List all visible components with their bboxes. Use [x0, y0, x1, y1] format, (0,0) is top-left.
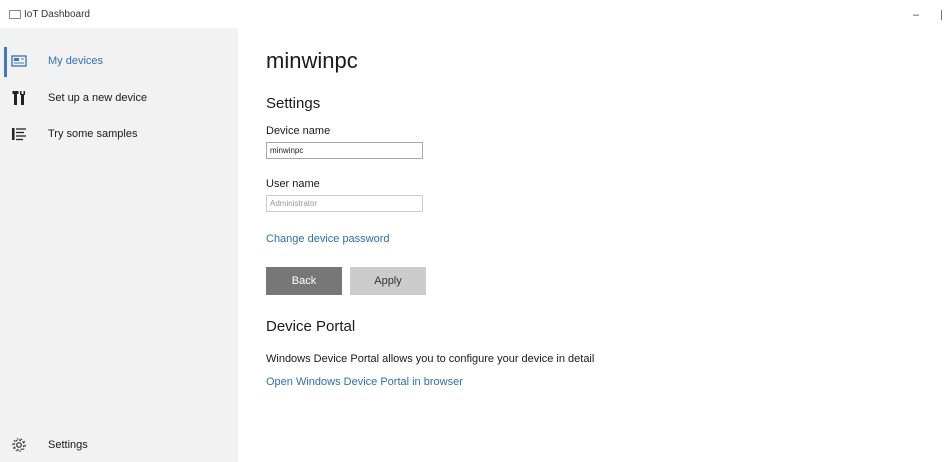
user-name-field[interactable] [266, 195, 423, 212]
list-icon [12, 128, 26, 141]
close-button[interactable] [941, 10, 947, 20]
sidebar-item-label: My devices [48, 55, 104, 67]
sidebar-item-label: Settings [48, 439, 88, 451]
selected-indicator [4, 47, 7, 77]
tools-icon [12, 91, 25, 105]
device-name-field[interactable] [266, 142, 423, 159]
device-portal-heading: Device Portal [266, 318, 356, 335]
sidebar-item-label: Set up a new device [48, 92, 148, 104]
sidebar-item-settings[interactable]: Settings [0, 430, 238, 462]
apply-button[interactable]: Apply [350, 267, 426, 295]
app-window-icon [9, 10, 21, 19]
back-button[interactable]: Back [266, 267, 342, 295]
change-password-link[interactable]: Change device password [266, 233, 390, 245]
sidebar-item-my-devices[interactable]: My devices [0, 46, 238, 78]
sidebar-item-label: Try some samples [48, 128, 138, 140]
window-title: IoT Dashboard [24, 9, 90, 20]
title-bar: IoT Dashboard – [0, 0, 949, 28]
device-portal-description: Windows Device Portal allows you to conf… [266, 353, 595, 365]
sidebar-item-samples[interactable]: Try some samples [0, 119, 238, 151]
device-name-label: Device name [266, 125, 331, 137]
gear-icon [12, 438, 26, 452]
device-icon [11, 55, 27, 67]
open-device-portal-link[interactable]: Open Windows Device Portal in browser [266, 376, 463, 388]
device-title: minwinpc [266, 48, 358, 73]
user-name-label: User name [266, 178, 320, 190]
settings-heading: Settings [266, 95, 321, 112]
sidebar: My devices Set up a new device Try some … [0, 28, 238, 462]
minimize-button[interactable]: – [906, 8, 926, 22]
sidebar-item-setup-device[interactable]: Set up a new device [0, 83, 238, 115]
